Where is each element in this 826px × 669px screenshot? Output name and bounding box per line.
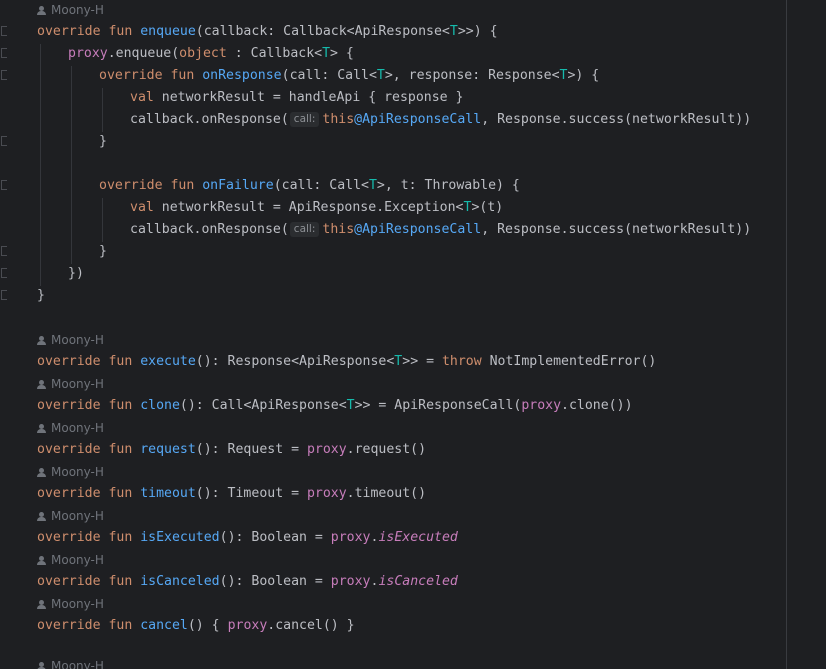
code-line[interactable]: override fun cancel() { proxy.cancel() }: [37, 615, 355, 637]
code-line[interactable]: override fun isCanceled(): Boolean = pro…: [37, 571, 458, 593]
fold-icon[interactable]: [1, 70, 7, 80]
code-line[interactable]: override fun enqueue(callback: Callback<…: [37, 21, 498, 43]
editor-gutter[interactable]: [0, 0, 10, 669]
code-line[interactable]: val networkResult = ApiResponse.Exceptio…: [130, 197, 503, 219]
code-editor[interactable]: Moony-H override fun enqueue(callback: C…: [0, 0, 826, 669]
code-line[interactable]: override fun clone(): Call<ApiResponse<T…: [37, 395, 633, 417]
code-line[interactable]: override fun onFailure(call: Call<T>, t:…: [99, 175, 520, 197]
code-vision-author[interactable]: Moony-H: [37, 0, 104, 21]
code-line[interactable]: override fun onResponse(call: Call<T>, r…: [99, 65, 599, 87]
fold-icon[interactable]: [1, 246, 7, 256]
code-line[interactable]: }): [68, 263, 84, 285]
fold-icon[interactable]: [1, 136, 7, 146]
person-icon: [37, 468, 46, 477]
code-vision-author[interactable]: Moony-H: [37, 655, 104, 669]
code-line[interactable]: }: [37, 285, 45, 307]
parameter-hint: call:: [289, 222, 320, 237]
fold-icon[interactable]: [1, 290, 7, 300]
code-line[interactable]: }: [99, 241, 107, 263]
code-line[interactable]: override fun request(): Request = proxy.…: [37, 439, 426, 461]
code-line[interactable]: override fun isExecuted(): Boolean = pro…: [37, 527, 458, 549]
fold-icon[interactable]: [1, 180, 7, 190]
person-icon: [37, 662, 46, 669]
person-icon: [37, 512, 46, 521]
code-vision-author[interactable]: Moony-H: [37, 549, 104, 571]
indent-guide: [71, 66, 72, 264]
person-icon: [37, 424, 46, 433]
person-icon: [37, 380, 46, 389]
code-line[interactable]: }: [99, 131, 107, 153]
code-line[interactable]: override fun execute(): Response<ApiResp…: [37, 351, 656, 373]
person-icon: [37, 600, 46, 609]
indent-guide: [102, 198, 103, 242]
person-icon: [37, 556, 46, 565]
indent-guide: [40, 44, 41, 286]
code-vision-author[interactable]: Moony-H: [37, 417, 104, 439]
code-vision-author[interactable]: Moony-H: [37, 461, 104, 483]
indent-guide: [102, 88, 103, 132]
fold-icon[interactable]: [1, 48, 7, 58]
code-line[interactable]: override fun timeout(): Timeout = proxy.…: [37, 483, 426, 505]
fold-icon[interactable]: [1, 26, 7, 36]
code-vision-author[interactable]: Moony-H: [37, 329, 104, 351]
code-vision-author[interactable]: Moony-H: [37, 373, 104, 395]
code-line[interactable]: callback.onResponse(call: this@ApiRespons…: [130, 219, 751, 241]
person-icon: [37, 336, 46, 345]
code-line[interactable]: val networkResult = handleApi { response…: [130, 87, 463, 109]
code-line[interactable]: callback.onResponse(call: this@ApiRespons…: [130, 109, 751, 131]
fold-icon[interactable]: [1, 268, 7, 278]
person-icon: [37, 6, 46, 15]
code-vision-author[interactable]: Moony-H: [37, 505, 104, 527]
parameter-hint: call:: [289, 112, 320, 127]
code-line[interactable]: proxy.enqueue(object : Callback<T> {: [68, 43, 354, 65]
right-margin-guide: [786, 0, 787, 669]
code-vision-author[interactable]: Moony-H: [37, 593, 104, 615]
